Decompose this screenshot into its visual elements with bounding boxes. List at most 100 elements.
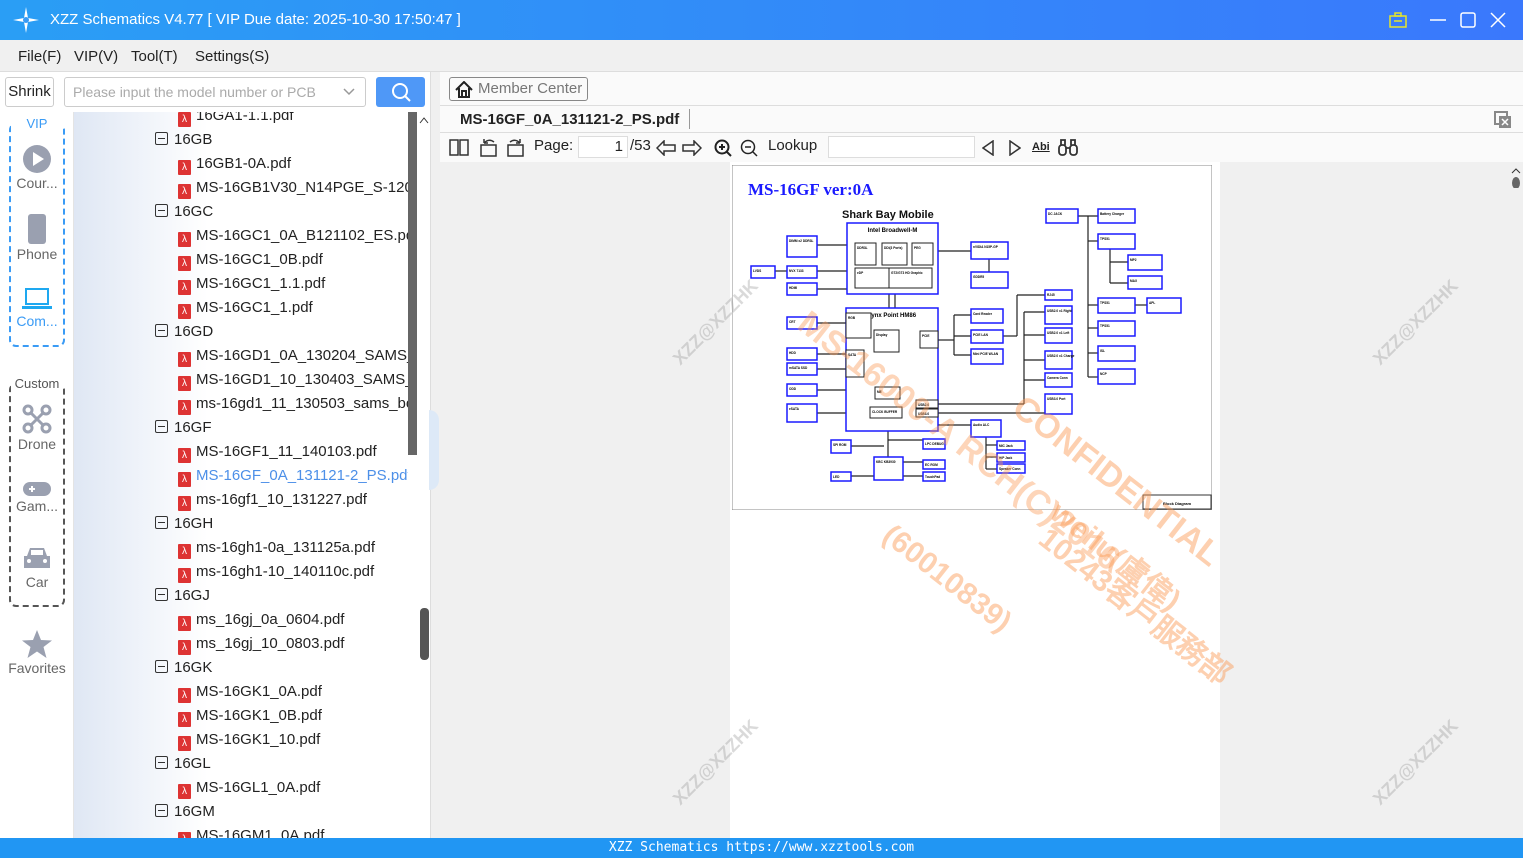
tree-item-label: ms_16gj_0a_0604.pdf: [196, 611, 345, 628]
tree-file[interactable]: λ ms_16gj_10_0803.pdf: [178, 632, 344, 656]
zoom-in-icon[interactable]: [714, 139, 732, 157]
match-word-button[interactable]: Abi: [1032, 141, 1050, 153]
menu-file[interactable]: File(F): [18, 48, 61, 65]
drone-icon: [22, 404, 52, 434]
tree-file[interactable]: λMS-16GM1_0A.pdf: [178, 824, 324, 838]
tree-item-label: MS-16GF_0A_131121-2_PS.pdf: [196, 467, 408, 484]
pdf-icon: λ: [178, 304, 191, 319]
tree-file[interactable]: λ MS-16GF1_11_140103.pdf: [178, 440, 377, 464]
collapse-icon[interactable]: [155, 132, 168, 145]
page-number-input[interactable]: 1: [578, 136, 628, 158]
tree-item-label: 16GM: [174, 803, 215, 820]
model-search-input[interactable]: Please input the model number or PCB: [64, 77, 366, 107]
tree-file[interactable]: λ MS-16GC1_0A_B121102_ES.pdf: [178, 224, 408, 248]
tree-item-label: MS-16GC1_0B.pdf: [196, 251, 323, 268]
tree-folder[interactable]: 16GF: [155, 416, 212, 440]
rotate-right-icon[interactable]: [506, 138, 524, 157]
maximize-button[interactable]: [1460, 12, 1476, 28]
tree-file[interactable]: λ MS-16GB1V30_N14PGE_S-1207A: [178, 176, 408, 200]
sidebar-item-computer[interactable]: Com...: [0, 287, 74, 329]
collapse-icon[interactable]: [155, 324, 168, 337]
tree-folder[interactable]: 16GD: [155, 320, 213, 344]
binoculars-icon[interactable]: [1058, 139, 1078, 156]
collapse-icon[interactable]: [155, 660, 168, 673]
close-button[interactable]: [1490, 12, 1506, 28]
tree-scrollbar-thumb[interactable]: [408, 112, 417, 455]
menu-settings[interactable]: Settings(S): [195, 48, 269, 65]
left-panel: Shrink Please input the model number or …: [0, 72, 430, 838]
zoom-out-icon[interactable]: [740, 139, 758, 157]
pdf-icon: λ: [178, 112, 191, 127]
tree-item-label: 16GH: [174, 515, 214, 532]
search-button[interactable]: [376, 77, 425, 107]
collapse-icon[interactable]: [155, 756, 168, 769]
menu-tool[interactable]: Tool(T): [131, 48, 178, 65]
watermark: CONFIDENTIAL: [1005, 388, 1229, 574]
tree-file[interactable]: λ MS-16GD1_10_130403_SAMS_B: [178, 368, 408, 392]
minimize-button[interactable]: [1430, 12, 1446, 28]
briefcase-icon[interactable]: [1389, 12, 1407, 28]
two-page-icon[interactable]: [449, 139, 469, 156]
collapse-icon[interactable]: [155, 588, 168, 601]
tree-file[interactable]: λ ms-16gh1-10_140110c.pdf: [178, 560, 374, 584]
member-center-button[interactable]: Member Center: [449, 77, 588, 101]
tree-file[interactable]: λ MS-16GC1_1.pdf: [178, 296, 313, 320]
sidebar-item-games[interactable]: Gam...: [0, 482, 74, 514]
shrink-button[interactable]: Shrink: [5, 77, 54, 107]
tree-folder[interactable]: 16GM: [155, 800, 215, 824]
collapse-icon[interactable]: [155, 420, 168, 433]
find-prev-icon[interactable]: [982, 140, 994, 156]
doc-scroll-up-icon[interactable]: [1511, 168, 1521, 188]
collapse-icon[interactable]: [155, 204, 168, 217]
close-tab-icon[interactable]: [1494, 111, 1512, 129]
vip-group-label: VIP: [11, 116, 63, 131]
find-next-icon[interactable]: [1009, 140, 1021, 156]
sidebar-item-favorites[interactable]: Favorites: [0, 630, 74, 676]
tree-item-label: ms-16gf1_10_131227.pdf: [196, 491, 367, 508]
collapse-icon[interactable]: [155, 516, 168, 529]
tree-file[interactable]: λ ms-16gd1_11_130503_sams_bor: [178, 392, 408, 416]
tree-folder[interactable]: 16GL: [155, 752, 211, 776]
tree-file[interactable]: λ ms_16gj_0a_0604.pdf: [178, 608, 344, 632]
tree-file[interactable]: λ MS-16GC1_0B.pdf: [178, 248, 323, 272]
tree-file[interactable]: λ MS-16GK1_10.pdf: [178, 728, 320, 752]
tree-folder[interactable]: 16GB: [155, 128, 212, 152]
tree-item-label: MS-16GC1_0A_B121102_ES.pdf: [196, 227, 408, 244]
tree-item-label: MS-16GK1_0A.pdf: [196, 683, 322, 700]
tree-file[interactable]: λ 16GB1-0A.pdf: [178, 152, 291, 176]
tab-document[interactable]: MS-16GF_0A_131121-2_PS.pdf: [460, 111, 679, 128]
page-label: Page:: [534, 137, 574, 154]
menu-vip[interactable]: VIP(V): [74, 48, 118, 65]
sidebar-item-drone[interactable]: Drone: [0, 404, 74, 452]
tree-folder[interactable]: 16GJ: [155, 584, 210, 608]
tree-file[interactable]: λ MS-16GF_0A_131121-2_PS.pdf: [178, 464, 408, 488]
panel-scrollbar-thumb[interactable]: [420, 608, 429, 660]
tree-item-label: ms-16gd1_11_130503_sams_bor: [196, 395, 408, 412]
tree-item-label: 16GB: [174, 131, 213, 148]
prev-page-icon[interactable]: [656, 140, 676, 156]
tree-file[interactable]: λ 16GA1-1.1.pdf: [178, 112, 294, 128]
lookup-input[interactable]: [828, 136, 975, 158]
scroll-up-icon[interactable]: [419, 116, 429, 124]
tree-file[interactable]: λ MS-16GL1_0A.pdf: [178, 776, 320, 800]
tree-file[interactable]: λ MS-16GD1_0A_130204_SAMS_B: [178, 344, 408, 368]
tree-file[interactable]: λ MS-16GC1_1.1.pdf: [178, 272, 325, 296]
watermark: 10243客戶服務部: [1032, 521, 1237, 692]
rotate-left-icon[interactable]: [480, 138, 498, 157]
tree-folder[interactable]: 16GK: [155, 656, 212, 680]
sidebar-item-courses[interactable]: Cour...: [0, 145, 74, 191]
tree-file[interactable]: λ MS-16GK1_0A.pdf: [178, 680, 322, 704]
tree-file[interactable]: λ ms-16gh1-0a_131125a.pdf: [178, 536, 375, 560]
member-center-label: Member Center: [478, 80, 583, 97]
tree-file[interactable]: λ ms-16gf1_10_131227.pdf: [178, 488, 367, 512]
chevron-down-icon[interactable]: [343, 88, 355, 96]
next-page-icon[interactable]: [682, 140, 702, 156]
collapse-icon[interactable]: [155, 804, 168, 817]
sidebar-item-phone[interactable]: Phone: [0, 214, 74, 262]
search-placeholder: Please input the model number or PCB: [73, 84, 316, 100]
tree-folder[interactable]: 16GH: [155, 512, 213, 536]
tree-folder[interactable]: 16GC: [155, 200, 213, 224]
tree-item-label: 16GF: [174, 419, 212, 436]
sidebar-item-car[interactable]: Car: [0, 546, 74, 590]
tree-file[interactable]: λ MS-16GK1_0B.pdf: [178, 704, 322, 728]
